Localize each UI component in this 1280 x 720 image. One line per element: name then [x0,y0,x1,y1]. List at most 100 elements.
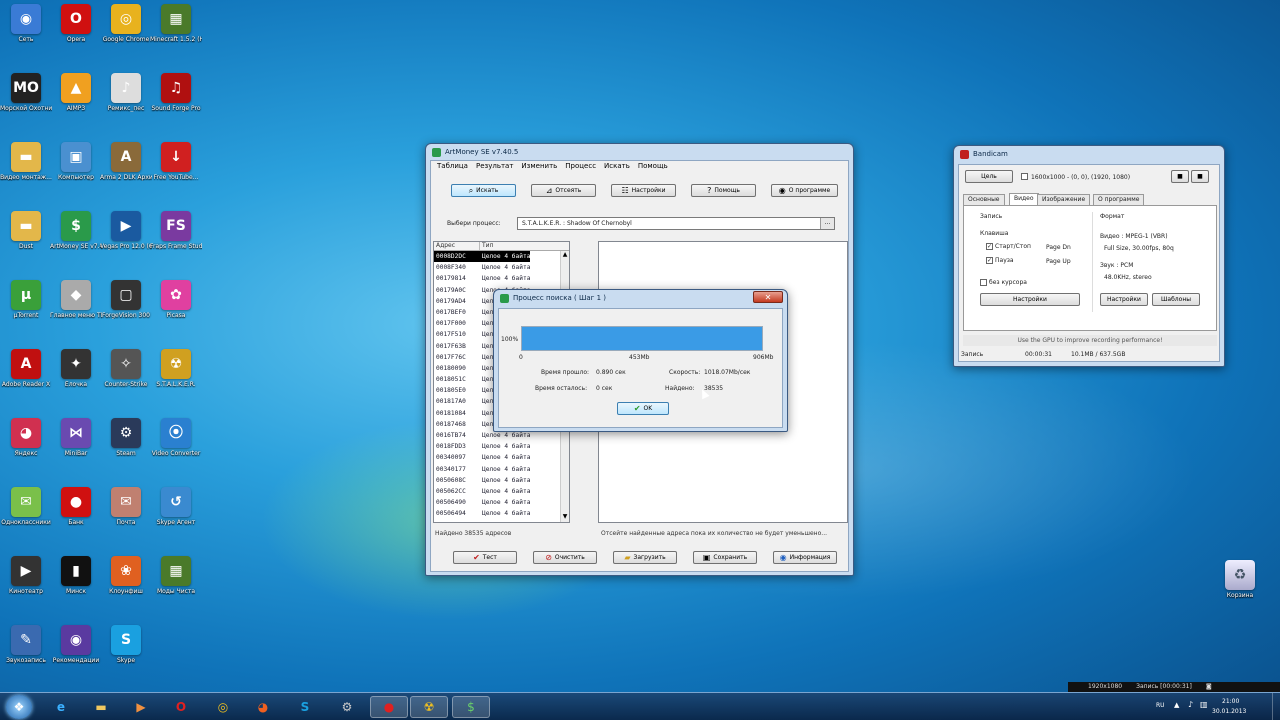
about-button[interactable]: ◉ О программе [771,184,838,197]
tray-time[interactable]: 21:00 [1222,698,1239,705]
clear-button[interactable]: ⊘ Очистить [533,551,597,564]
table-row[interactable]: 0050608C Целое 4 байта [434,475,569,486]
desktop-icon[interactable]: A Arma 2 DLK Архив [100,142,152,181]
desktop-icon[interactable]: ☢ S.T.A.L.K.E.R. [150,349,202,388]
desktop-icon[interactable]: ♫ Sound Forge Pro [150,73,202,112]
desktop-icon[interactable]: ◉ Сеть [0,4,52,43]
desktop-icon[interactable]: ⦿ Video Converter [150,418,202,457]
desktop-icon[interactable]: ▬ Видео монтаж... [0,142,52,181]
record-settings-button[interactable]: Настройки [980,293,1080,306]
test-button[interactable]: ✔ Тест [453,551,517,564]
desktop-icon[interactable]: S Skype [100,625,152,664]
ok-button[interactable]: ✔ OK [617,402,669,415]
desktop-icon[interactable]: ● Банк [50,487,102,526]
search-button[interactable]: ⌕ Искать [451,184,516,197]
table-row[interactable]: 00179814 Целое 4 байта [434,273,569,284]
menu-search[interactable]: Искать [604,162,630,170]
dialog-close-button[interactable]: ✕ [753,291,783,303]
desktop-icon[interactable]: ▶ Vegas Pro 12.0 (64-bit) [100,211,152,250]
target-checkbox[interactable] [1021,173,1028,180]
taskbar-chrome[interactable]: ◎ [204,696,242,718]
taskbar-media[interactable]: ▶ [122,696,160,718]
desktop-icon[interactable]: O Opera [50,4,102,43]
dialog-titlebar[interactable]: Процесс поиска ( Шаг 1 ) [494,290,787,306]
process-select[interactable]: S.T.A.L.K.E.R. : Shadow Of Chernobyl … [517,217,835,230]
scroll-down-arrow[interactable]: ▼ [561,513,569,522]
menu-help[interactable]: Помощь [638,162,668,170]
taskbar-explorer[interactable]: ▬ [82,696,120,718]
taskbar-skype[interactable]: S [286,696,324,718]
desktop-icon[interactable]: $ ArtMoney SE v7.40.5 [50,211,102,250]
start-stop-checkbox[interactable]: ✓ [986,243,993,250]
show-desktop-button[interactable] [1272,693,1280,720]
pause-option[interactable]: ✓ Пауза [986,257,1014,264]
desktop-icon[interactable]: ↓ Free YouTube... [150,142,202,181]
desktop-icon[interactable]: ▲ AIMP3 [50,73,102,112]
desktop-icon[interactable]: ▦ Моды Чиста [150,556,202,595]
desktop-icon[interactable]: µ µTorrent [0,280,52,319]
taskbar-stalker[interactable]: ☢ [410,696,448,718]
tray-network-icon[interactable]: ▥ [1200,700,1208,709]
scroll-up-arrow[interactable]: ▲ [561,251,569,260]
table-row[interactable]: 00506494 Целое 4 байта [434,508,569,519]
info-button[interactable]: ◉ Информация [773,551,837,564]
desktop-icon[interactable]: ▦ Minecraft 1.5.2 (Нет... [150,4,202,43]
table-row[interactable]: 0018FDD3 Целое 4 байта [434,441,569,452]
save-button[interactable]: ▣ Сохранить [693,551,757,564]
target-button[interactable]: Цель [965,170,1013,183]
pause-checkbox[interactable]: ✓ [986,257,993,264]
desktop-icon[interactable]: ◆ Главное меню ТВ... [50,280,102,319]
start-button[interactable]: ❖ [6,695,32,719]
menu-table[interactable]: Таблица [437,162,468,170]
desktop-icon[interactable]: ✎ Звукозапись [0,625,52,664]
table-row[interactable]: 00340177 Целое 4 байта [434,464,569,475]
artmoney-titlebar[interactable]: ArtMoney SE v7.40.5 [426,144,853,160]
tab-image[interactable]: Изображение [1037,194,1091,205]
tray-volume-icon[interactable]: ♪ [1188,700,1193,709]
taskbar-bandicam[interactable]: ● [370,696,408,718]
desktop-icon[interactable]: FS Fraps Frame Studio [150,211,202,250]
record-button[interactable]: ■ [1171,170,1189,183]
desktop-icon[interactable]: ✉ Одноклассники [0,487,52,526]
desktop-icon[interactable]: ⋈ MiniBar [50,418,102,457]
tray-date[interactable]: 30.01.2013 [1212,708,1246,715]
desktop-icon[interactable]: ▢ ForgeVision 300 [100,280,152,319]
menu-process[interactable]: Процесс [565,162,596,170]
taskbar-ie[interactable]: e [42,696,80,718]
help-button[interactable]: ? Помощь [691,184,756,197]
tray-language[interactable]: RU [1156,702,1165,709]
start-stop-key[interactable]: Page Dn [1046,244,1071,251]
column-type[interactable]: Тип [480,242,494,250]
format-settings-button[interactable]: Настройки [1100,293,1148,306]
load-button[interactable]: ▰ Загрузить [613,551,677,564]
tab-video[interactable]: Видео [1009,193,1039,205]
desktop-icon[interactable]: ♪ Ремикс_пес [100,73,152,112]
desktop-icon[interactable]: A Adobe Reader X [0,349,52,388]
desktop-icon[interactable]: ▣ Компьютер [50,142,102,181]
desktop-icon[interactable]: ▮ Минск [50,556,102,595]
stop-button[interactable]: ■ [1191,170,1209,183]
table-row[interactable]: 00506490 Целое 4 байта [434,497,569,508]
pause-key[interactable]: Page Up [1046,258,1071,265]
start-stop-option[interactable]: ✓ Старт/Стоп [986,243,1031,250]
menu-edit[interactable]: Изменить [521,162,557,170]
desktop-icon[interactable]: ◎ Google Chrome [100,4,152,43]
taskbar-steam[interactable]: ⚙ [328,696,366,718]
desktop-icon[interactable]: ◉ Рекомендации [50,625,102,664]
desktop-icon[interactable]: ✿ Picasa [150,280,202,319]
desktop-icon[interactable]: ▬ Dust [0,211,52,250]
menu-result[interactable]: Результат [476,162,513,170]
no-cursor-checkbox[interactable] [980,279,987,286]
no-cursor-option[interactable]: без курсора [980,279,1027,286]
taskbar-yandex[interactable]: ◕ [244,696,282,718]
recycle-bin[interactable]: ♻ Корзина [1214,560,1266,599]
templates-button[interactable]: Шаблоны [1152,293,1200,306]
desktop-icon[interactable]: ✦ Ёлочка [50,349,102,388]
table-row[interactable]: 0008D2DC Целое 4 байта [434,251,569,263]
taskbar-opera[interactable]: O [162,696,200,718]
taskbar-artmoney[interactable]: $ [452,696,490,718]
desktop-icon[interactable]: ◕ Яндекс [0,418,52,457]
tray-up-arrow-icon[interactable]: ▲ [1174,701,1179,709]
table-row[interactable]: 0008F340 Целое 4 байта [434,262,569,273]
desktop-icon[interactable]: ▶ Кинотеатр [0,556,52,595]
